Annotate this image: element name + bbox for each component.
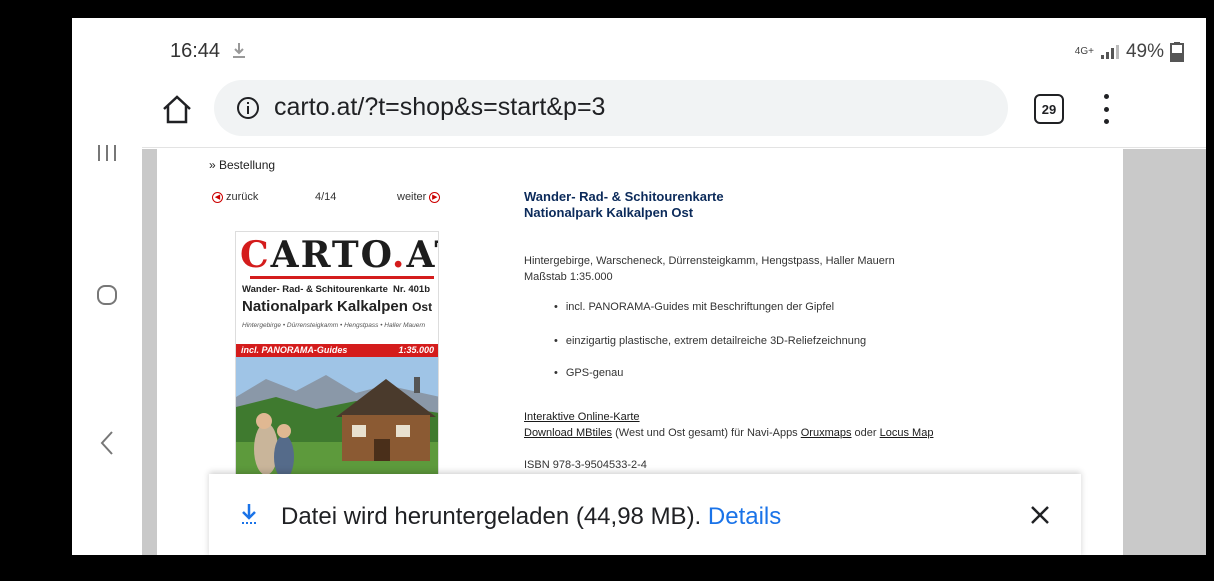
home-icon bbox=[163, 95, 191, 124]
cover-subtitle: Wander- Rad- & Schitourenkarte bbox=[242, 284, 388, 295]
download-links: Interaktive Online-Karte Download MBtile… bbox=[524, 409, 933, 441]
online-map-link[interactable]: Interaktive Online-Karte bbox=[524, 411, 640, 423]
home-nav-button[interactable] bbox=[92, 280, 122, 310]
logo-underline bbox=[250, 276, 434, 279]
navigation-bar bbox=[72, 18, 142, 555]
cover-title: Nationalpark Kalkalpen Ost bbox=[242, 298, 433, 315]
battery-icon bbox=[1170, 42, 1184, 62]
download-message: Datei wird heruntergeladen (44,98 MB). D… bbox=[281, 503, 782, 530]
next-label[interactable]: weiter bbox=[397, 191, 426, 203]
feature-item: • GPS-genau bbox=[554, 367, 624, 379]
menu-dot bbox=[1103, 119, 1109, 124]
info-icon[interactable] bbox=[236, 96, 260, 120]
cover-places: Hintergebirge • Dürrensteigkamm • Hengst… bbox=[242, 322, 426, 329]
network-type: 4G+ bbox=[1074, 46, 1094, 57]
home-circle-icon bbox=[97, 285, 117, 305]
bullet: • bbox=[554, 367, 558, 379]
status-indicators: 4G+ 49% bbox=[1075, 41, 1184, 63]
home-button[interactable] bbox=[160, 92, 194, 126]
download-snackbar: Datei wird heruntergeladen (44,98 MB). D… bbox=[209, 474, 1081, 555]
prev-label[interactable]: zurück bbox=[226, 191, 258, 203]
mbtiles-text: (West und Ost gesamt) für Navi-Apps bbox=[612, 427, 801, 439]
feature-item: • einzigartig plastische, extrem detailre… bbox=[554, 335, 867, 347]
phone-screen: 16:44 4G+ 49% carto.at/?t=shop&s=start&p… bbox=[72, 18, 1206, 555]
status-bar: 16:44 4G+ 49% bbox=[142, 18, 1206, 70]
carto-logo: CARTO.AT bbox=[240, 234, 438, 276]
close-icon[interactable] bbox=[1027, 502, 1053, 528]
battery-percent: 49% bbox=[1125, 41, 1164, 62]
arrow-left-icon: ◀ bbox=[212, 191, 223, 203]
scrolled-off-text: · · · · · · · · · · · · bbox=[209, 149, 280, 154]
cover-photo bbox=[236, 357, 438, 480]
breadcrumb-bestellung[interactable]: » Bestellung bbox=[209, 158, 275, 172]
tab-switcher-button[interactable]: 29 bbox=[1034, 94, 1064, 124]
download-icon bbox=[242, 504, 256, 524]
pager-count: 4/14 bbox=[315, 191, 337, 203]
signal-icon bbox=[1100, 45, 1119, 59]
address-bar[interactable]: carto.at/?t=shop&s=start&p=3 bbox=[214, 80, 1008, 136]
download-status-icon bbox=[233, 43, 245, 58]
feature-item: • incl. PANORAMA-Guides mit Beschriftunge… bbox=[554, 301, 835, 313]
or-text: oder bbox=[851, 427, 880, 439]
arrow-right-icon: ▶ bbox=[429, 191, 441, 203]
locus-map-link[interactable]: Locus Map bbox=[880, 427, 934, 439]
bullet: • bbox=[554, 335, 558, 347]
clock: 16:44 bbox=[170, 40, 221, 62]
product-title: Wander- Rad- & Schitourenkarte Nationalp… bbox=[524, 189, 724, 220]
next-link[interactable]: weiter ▶ bbox=[397, 191, 441, 203]
details-link[interactable]: Details bbox=[708, 503, 781, 530]
back-nav-button[interactable] bbox=[92, 428, 122, 458]
url-text[interactable]: carto.at/?t=shop&s=start&p=3 bbox=[274, 93, 605, 122]
mbtiles-link[interactable]: Download MBtiles bbox=[524, 427, 612, 439]
prev-link[interactable]: ◀ zurück bbox=[212, 191, 258, 203]
map-cover-image[interactable]: CARTO.AT Wander- Rad- & Schitourenkarte … bbox=[235, 231, 439, 481]
menu-dot bbox=[1103, 106, 1109, 112]
product-details: Wander- Rad- & Schitourenkarte Nationalp… bbox=[524, 189, 1084, 471]
back-chevron-icon bbox=[100, 431, 113, 455]
cover-band: incl. PANORAMA-Guides 1:35.000 bbox=[236, 344, 438, 357]
recent-apps-button[interactable] bbox=[92, 138, 122, 168]
cover-number: Nr. 401b bbox=[393, 284, 430, 295]
product-places: Hintergebirge, Warscheneck, Dürrensteigk… bbox=[524, 255, 895, 267]
product-scale: Maßstab 1:35.000 bbox=[524, 271, 613, 283]
device-frame: 16:44 4G+ 49% carto.at/?t=shop&s=start&p… bbox=[0, 0, 1214, 581]
browser-toolbar: carto.at/?t=shop&s=start&p=3 29 bbox=[142, 70, 1206, 148]
overflow-menu-button[interactable] bbox=[1096, 94, 1116, 124]
isbn: ISBN 978-3-9504533-2-4 bbox=[524, 459, 647, 471]
oruxmaps-link[interactable]: Oruxmaps bbox=[801, 427, 852, 439]
bullet: • bbox=[554, 301, 558, 313]
recent-apps-icon bbox=[98, 145, 116, 161]
menu-dot bbox=[1103, 94, 1109, 99]
